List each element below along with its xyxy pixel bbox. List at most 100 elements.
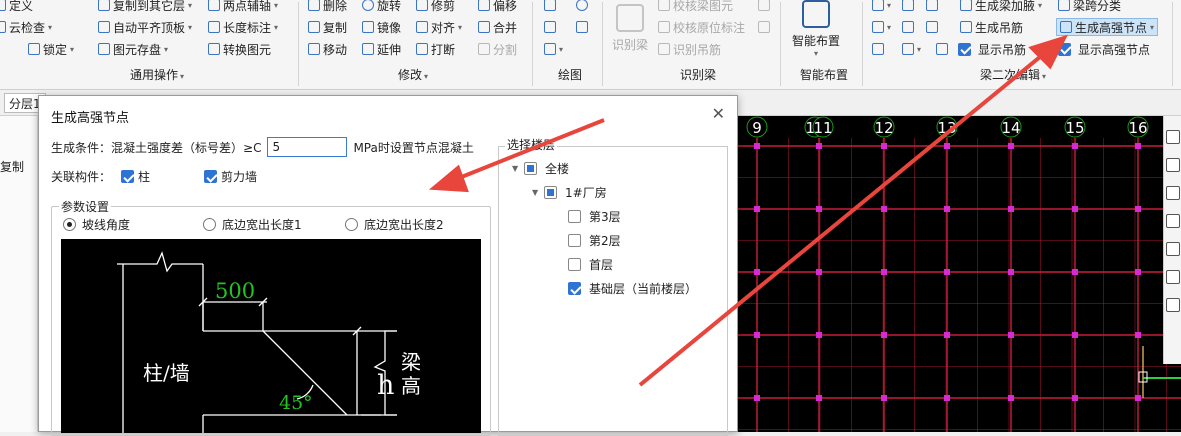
cloud-check-button[interactable]: 云检查 ▾ bbox=[0, 18, 52, 36]
convert-element-button[interactable]: 转换图元 bbox=[208, 40, 271, 58]
preview-dim-label: 500 bbox=[215, 279, 255, 303]
grid-node bbox=[754, 206, 760, 212]
column-checkbox[interactable] bbox=[121, 170, 135, 183]
extend-button[interactable]: 延伸 bbox=[362, 40, 401, 58]
beam-tool-7[interactable] bbox=[872, 40, 884, 58]
draw-line-button[interactable] bbox=[544, 18, 556, 36]
grid-node bbox=[754, 143, 760, 149]
store-element-button[interactable]: 图元存盘 ▾ bbox=[98, 40, 168, 58]
checkbox-icon[interactable] bbox=[568, 210, 581, 223]
beam-tool-6[interactable] bbox=[926, 18, 938, 36]
view-tool-icon[interactable] bbox=[1165, 130, 1180, 144]
draw-circle-button[interactable] bbox=[576, 0, 588, 14]
axis-number-label: 11 bbox=[812, 116, 834, 138]
delete-button[interactable]: 删除 bbox=[308, 0, 347, 14]
show-hanger-checkbox[interactable]: 显示吊筋 bbox=[958, 40, 1026, 58]
break-button[interactable]: 打断 bbox=[416, 40, 455, 58]
beam-tool-9[interactable] bbox=[936, 40, 948, 58]
tree-building[interactable]: ▼ 1#厂房 bbox=[532, 184, 607, 201]
axis-number-text: 9 bbox=[752, 119, 762, 137]
expand-icon[interactable]: ▼ bbox=[512, 164, 524, 173]
smart-layout-button[interactable]: 智能布置 ▾ bbox=[792, 0, 840, 58]
split-icon bbox=[478, 43, 490, 55]
checkbox-icon[interactable] bbox=[524, 162, 537, 175]
beam-tool-icon bbox=[902, 0, 914, 11]
merge-button[interactable]: 合并 bbox=[478, 18, 517, 36]
beam-tool-5[interactable] bbox=[902, 18, 914, 36]
gen-high-strength-node-button[interactable]: 生成高强节点 ▾ bbox=[1056, 18, 1159, 36]
offset-button[interactable]: 偏移 bbox=[478, 0, 517, 14]
align-button[interactable]: 对齐 ▾ bbox=[416, 18, 462, 36]
node-sketch: 500 45° 柱/墙 h 梁 高 bbox=[117, 251, 421, 433]
view-tool-icon[interactable] bbox=[1165, 270, 1180, 284]
check-beam-button[interactable]: 校核梁图元 bbox=[658, 0, 733, 14]
radio-slope[interactable]: 坡线角度 bbox=[63, 216, 130, 233]
tree-all[interactable]: ▼ 全楼 bbox=[512, 160, 569, 177]
trim-button[interactable]: 修剪 bbox=[416, 0, 455, 14]
draw-point-button[interactable] bbox=[544, 0, 556, 14]
gen-high-strength-node-dialog: 生成高强节点 ✕ 生成条件： 混凝土强度差（标号差）≥C 5 MPa时设置节点混… bbox=[38, 95, 738, 436]
split-button[interactable]: 分割 bbox=[478, 40, 517, 58]
move-button[interactable]: 移动 bbox=[308, 40, 347, 58]
tree-floor-3[interactable]: 第3层 bbox=[568, 208, 621, 225]
draw-rect-button[interactable] bbox=[576, 18, 588, 36]
rotate-button[interactable]: 旋转 bbox=[362, 0, 401, 14]
beam-tool-2[interactable] bbox=[902, 0, 914, 14]
beam-tool-icon bbox=[926, 0, 938, 11]
arc-icon bbox=[544, 43, 556, 55]
copy-to-floor-button[interactable]: 复制到其它层 ▾ bbox=[98, 0, 192, 14]
two-point-axis-button[interactable]: 两点辅轴 ▾ bbox=[208, 0, 278, 14]
auto-align-top-button[interactable]: 自动平齐顶板 ▾ bbox=[98, 18, 192, 36]
grid-node bbox=[1072, 395, 1078, 401]
tree-floor-1[interactable]: 首层 bbox=[568, 256, 613, 273]
tree-floor-base[interactable]: 基础层（当前楼层） bbox=[568, 280, 697, 297]
radio-bottom1[interactable]: 底边宽出长度1 bbox=[203, 216, 302, 233]
chevron-down-icon: ▾ bbox=[887, 22, 892, 32]
grid-node bbox=[1072, 332, 1078, 338]
check-origin-button[interactable]: 校核原位标注 bbox=[658, 18, 745, 36]
copy-button[interactable]: 复制 bbox=[308, 18, 347, 36]
close-icon[interactable]: ✕ bbox=[712, 104, 725, 123]
recognize-hanger-button[interactable]: 识别吊筋 bbox=[658, 40, 721, 58]
expand-icon[interactable]: ▼ bbox=[532, 188, 544, 197]
checkbox-icon[interactable] bbox=[544, 186, 557, 199]
beam-tool-1[interactable]: ▾ bbox=[872, 0, 891, 14]
beam-tool-3[interactable] bbox=[926, 0, 938, 14]
gen-hanger-button[interactable]: 生成吊筋 bbox=[960, 18, 1023, 36]
left-copy-item[interactable]: 复制 bbox=[0, 158, 24, 175]
shear-wall-checkbox[interactable] bbox=[204, 170, 218, 183]
view-tool-icon[interactable] bbox=[1165, 186, 1180, 200]
recognize-beam-button[interactable]: 识别梁 bbox=[612, 4, 648, 53]
checkbox-icon[interactable] bbox=[568, 258, 581, 271]
view-tool-icon[interactable] bbox=[1165, 242, 1180, 256]
gen-haunch-button[interactable]: 生成梁加腋 ▾ bbox=[960, 0, 1042, 14]
3d-view-icon[interactable] bbox=[1165, 158, 1180, 172]
tree-floor-2[interactable]: 第2层 bbox=[568, 232, 621, 249]
checkbox-icon[interactable] bbox=[568, 282, 581, 295]
view-tool-icon[interactable] bbox=[1165, 298, 1180, 312]
beam-tool-4[interactable]: ▾ bbox=[872, 18, 891, 36]
draw-arc-button[interactable]: ▾ bbox=[544, 40, 563, 58]
grid-node bbox=[1008, 206, 1014, 212]
checkbox-icon[interactable] bbox=[568, 234, 581, 247]
recognize-extra-1[interactable] bbox=[758, 0, 770, 14]
length-icon bbox=[208, 21, 220, 33]
preview-angle-label: 45° bbox=[279, 392, 313, 414]
chevron-down-icon: ▾ bbox=[814, 49, 819, 58]
view-tool-icon[interactable] bbox=[1165, 214, 1180, 228]
length-mark-button[interactable]: 长度标注 ▾ bbox=[208, 18, 278, 36]
grid-node bbox=[944, 269, 950, 275]
define-button[interactable]: 定义 bbox=[0, 0, 33, 14]
lock-button[interactable]: 锁定 ▾ bbox=[28, 40, 74, 58]
recognize-extra-2[interactable] bbox=[758, 18, 770, 36]
group-beam2-label: 梁二次编辑 ▾ bbox=[980, 68, 1047, 82]
show-high-strength-node-checkbox[interactable]: 显示高强节点 bbox=[1058, 40, 1150, 58]
mirror-button[interactable]: 镜像 bbox=[362, 18, 401, 36]
strength-diff-input[interactable]: 5 bbox=[267, 137, 348, 157]
beam-tool-8[interactable]: ▾ bbox=[902, 40, 921, 58]
radio-bottom2[interactable]: 底边宽出长度2 bbox=[345, 216, 444, 233]
drawing-canvas[interactable]: 910111213141516 bbox=[738, 116, 1181, 432]
grid-icon bbox=[758, 0, 770, 11]
span-class-button[interactable]: 梁跨分类 bbox=[1058, 0, 1121, 14]
axis-number-label: 15 bbox=[1064, 116, 1086, 138]
